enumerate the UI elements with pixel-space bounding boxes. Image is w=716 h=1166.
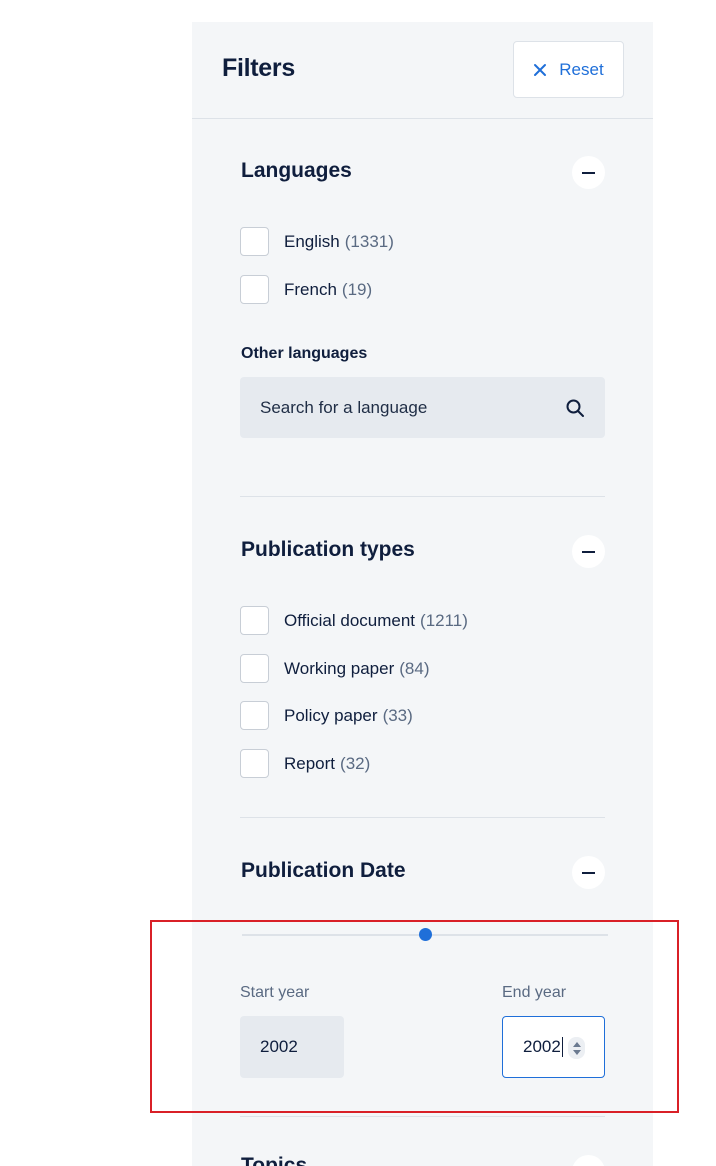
reset-label: Reset xyxy=(559,59,604,79)
languages-title: Languages xyxy=(241,159,352,182)
checkbox[interactable] xyxy=(240,654,269,683)
other-languages-title: Other languages xyxy=(241,345,368,362)
option-label: English xyxy=(284,231,340,251)
publication-type-option[interactable]: Working paper (84) xyxy=(240,654,429,683)
publication-date-collapse-button[interactable] xyxy=(572,856,605,889)
checkbox[interactable] xyxy=(240,701,269,730)
publication-type-option[interactable]: Report (32) xyxy=(240,749,370,778)
language-option-english[interactable]: English (1331) xyxy=(240,227,394,256)
filters-title: Filters xyxy=(222,54,295,82)
option-count: (1331) xyxy=(344,231,394,251)
reset-button[interactable]: Reset xyxy=(513,41,624,98)
option-label: French xyxy=(284,279,337,299)
checkbox[interactable] xyxy=(240,749,269,778)
section-divider xyxy=(240,817,605,818)
minus-icon xyxy=(582,550,595,553)
option-label: Policy paper xyxy=(284,705,378,725)
option-count: (32) xyxy=(340,753,371,773)
checkbox[interactable] xyxy=(240,606,269,635)
option-count: (33) xyxy=(382,705,413,725)
section-divider xyxy=(240,1116,605,1117)
close-icon xyxy=(534,63,547,76)
option-count: (1211) xyxy=(420,610,468,630)
topics-title: Topics xyxy=(241,1154,308,1166)
highlight-box xyxy=(150,920,679,1113)
language-search-placeholder: Search for a language xyxy=(260,397,428,417)
filters-header: Filters Reset xyxy=(192,22,653,119)
publication-types-collapse-button[interactable] xyxy=(572,535,605,568)
publication-types-title: Publication types xyxy=(241,538,415,561)
search-icon[interactable] xyxy=(565,398,585,418)
publication-type-option[interactable]: Policy paper (33) xyxy=(240,701,413,730)
option-label: Working paper xyxy=(284,658,395,678)
publication-type-option[interactable]: Official document (1211) xyxy=(240,606,468,635)
language-option-french[interactable]: French (19) xyxy=(240,275,372,304)
topics-collapse-button[interactable] xyxy=(572,1155,605,1166)
languages-collapse-button[interactable] xyxy=(572,156,605,189)
minus-icon xyxy=(582,171,595,174)
option-count: (19) xyxy=(341,279,373,299)
option-label: Official document xyxy=(284,610,416,630)
publication-date-title: Publication Date xyxy=(241,859,406,882)
minus-icon xyxy=(582,871,595,874)
option-count: (84) xyxy=(399,658,430,678)
option-label: Report xyxy=(284,753,336,773)
language-search-input[interactable]: Search for a language xyxy=(240,377,605,438)
section-divider xyxy=(240,496,605,497)
checkbox[interactable] xyxy=(240,275,269,304)
checkbox[interactable] xyxy=(240,227,269,256)
